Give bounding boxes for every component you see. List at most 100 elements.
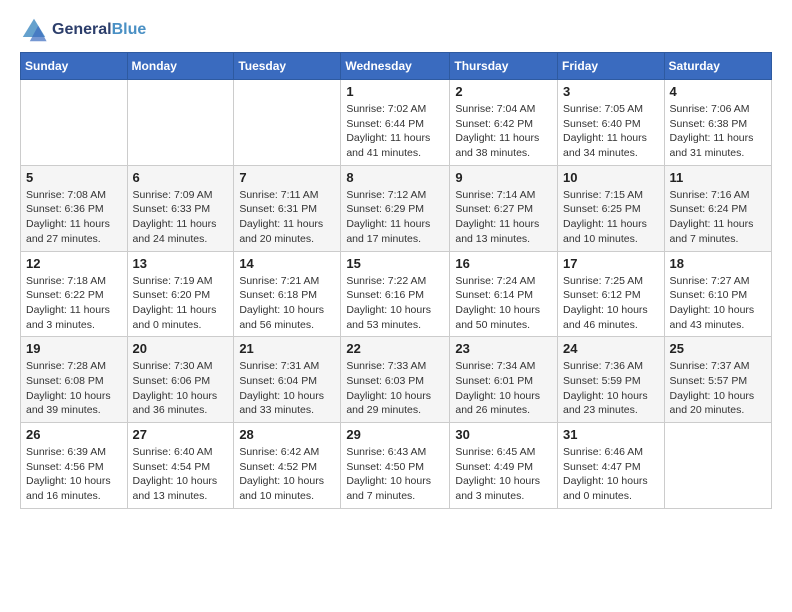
day-info: Sunrise: 7:34 AM Sunset: 6:01 PM Dayligh… xyxy=(455,359,552,418)
day-number: 1 xyxy=(346,84,444,99)
day-number: 15 xyxy=(346,256,444,271)
calendar-header: SundayMondayTuesdayWednesdayThursdayFrid… xyxy=(21,53,772,80)
day-number: 20 xyxy=(133,341,229,356)
calendar-cell: 28Sunrise: 6:42 AM Sunset: 4:52 PM Dayli… xyxy=(234,423,341,509)
day-number: 30 xyxy=(455,427,552,442)
calendar-cell: 4Sunrise: 7:06 AM Sunset: 6:38 PM Daylig… xyxy=(664,80,771,166)
day-info: Sunrise: 7:33 AM Sunset: 6:03 PM Dayligh… xyxy=(346,359,444,418)
day-info: Sunrise: 6:40 AM Sunset: 4:54 PM Dayligh… xyxy=(133,445,229,504)
day-info: Sunrise: 6:39 AM Sunset: 4:56 PM Dayligh… xyxy=(26,445,122,504)
day-info: Sunrise: 7:28 AM Sunset: 6:08 PM Dayligh… xyxy=(26,359,122,418)
day-info: Sunrise: 7:19 AM Sunset: 6:20 PM Dayligh… xyxy=(133,274,229,333)
day-info: Sunrise: 7:05 AM Sunset: 6:40 PM Dayligh… xyxy=(563,102,659,161)
day-info: Sunrise: 7:37 AM Sunset: 5:57 PM Dayligh… xyxy=(670,359,766,418)
day-info: Sunrise: 7:25 AM Sunset: 6:12 PM Dayligh… xyxy=(563,274,659,333)
calendar-cell: 26 Sunrise: 6:39 AM Sunset: 4:56 PM Dayli… xyxy=(21,423,128,509)
calendar-cell: 22Sunrise: 7:33 AM Sunset: 6:03 PM Dayli… xyxy=(341,337,450,423)
day-info: Sunrise: 7:30 AM Sunset: 6:06 PM Dayligh… xyxy=(133,359,229,418)
calendar-cell: 14 Sunrise: 7:21 AM Sunset: 6:18 PM Dayli… xyxy=(234,251,341,337)
calendar-cell: 24Sunrise: 7:36 AM Sunset: 5:59 PM Dayli… xyxy=(558,337,665,423)
day-info: Sunrise: 6:43 AM Sunset: 4:50 PM Dayligh… xyxy=(346,445,444,504)
day-info: Sunrise: 7:06 AM Sunset: 6:38 PM Dayligh… xyxy=(670,102,766,161)
page: GeneralBlue SundayMondayTuesdayWednesday… xyxy=(0,0,792,525)
calendar-cell xyxy=(234,80,341,166)
calendar-cell: 6 Sunrise: 7:09 AM Sunset: 6:33 PM Daylig… xyxy=(127,165,234,251)
day-info: Sunrise: 7:09 AM Sunset: 6:33 PM Dayligh… xyxy=(133,188,229,247)
day-number: 29 xyxy=(346,427,444,442)
day-number: 8 xyxy=(346,170,444,185)
day-number: 17 xyxy=(563,256,659,271)
calendar-cell: 31 Sunrise: 6:46 AM Sunset: 4:47 PM Dayli… xyxy=(558,423,665,509)
week-row-3: 19 Sunrise: 7:28 AM Sunset: 6:08 PM Dayli… xyxy=(21,337,772,423)
calendar-cell: 16 Sunrise: 7:24 AM Sunset: 6:14 PM Dayli… xyxy=(450,251,558,337)
calendar-cell: 13 Sunrise: 7:19 AM Sunset: 6:20 PM Dayli… xyxy=(127,251,234,337)
week-row-0: 1 Sunrise: 7:02 AM Sunset: 6:44 PM Daylig… xyxy=(21,80,772,166)
logo-text: GeneralBlue xyxy=(52,21,146,39)
day-number: 25 xyxy=(670,341,766,356)
day-number: 7 xyxy=(239,170,335,185)
day-number: 26 xyxy=(26,427,122,442)
day-number: 19 xyxy=(26,341,122,356)
calendar-cell: 23 Sunrise: 7:34 AM Sunset: 6:01 PM Dayli… xyxy=(450,337,558,423)
day-number: 3 xyxy=(563,84,659,99)
calendar-cell: 10Sunrise: 7:15 AM Sunset: 6:25 PM Dayli… xyxy=(558,165,665,251)
calendar-cell: 12 Sunrise: 7:18 AM Sunset: 6:22 PM Dayli… xyxy=(21,251,128,337)
day-info: Sunrise: 7:14 AM Sunset: 6:27 PM Dayligh… xyxy=(455,188,552,247)
day-number: 14 xyxy=(239,256,335,271)
day-number: 16 xyxy=(455,256,552,271)
calendar-cell: 30 Sunrise: 6:45 AM Sunset: 4:49 PM Dayli… xyxy=(450,423,558,509)
day-info: Sunrise: 6:45 AM Sunset: 4:49 PM Dayligh… xyxy=(455,445,552,504)
day-number: 23 xyxy=(455,341,552,356)
day-number: 13 xyxy=(133,256,229,271)
day-info: Sunrise: 7:16 AM Sunset: 6:24 PM Dayligh… xyxy=(670,188,766,247)
calendar-cell: 19 Sunrise: 7:28 AM Sunset: 6:08 PM Dayli… xyxy=(21,337,128,423)
header: GeneralBlue xyxy=(20,16,772,44)
calendar-cell: 20 Sunrise: 7:30 AM Sunset: 6:06 PM Dayli… xyxy=(127,337,234,423)
day-info: Sunrise: 7:31 AM Sunset: 6:04 PM Dayligh… xyxy=(239,359,335,418)
day-number: 11 xyxy=(670,170,766,185)
week-row-4: 26 Sunrise: 6:39 AM Sunset: 4:56 PM Dayli… xyxy=(21,423,772,509)
day-info: Sunrise: 7:22 AM Sunset: 6:16 PM Dayligh… xyxy=(346,274,444,333)
calendar-cell: 8 Sunrise: 7:12 AM Sunset: 6:29 PM Daylig… xyxy=(341,165,450,251)
day-info: Sunrise: 7:02 AM Sunset: 6:44 PM Dayligh… xyxy=(346,102,444,161)
day-info: Sunrise: 7:27 AM Sunset: 6:10 PM Dayligh… xyxy=(670,274,766,333)
day-header-monday: Monday xyxy=(127,53,234,80)
day-info: Sunrise: 7:08 AM Sunset: 6:36 PM Dayligh… xyxy=(26,188,122,247)
calendar-table: SundayMondayTuesdayWednesdayThursdayFrid… xyxy=(20,52,772,509)
day-info: Sunrise: 6:46 AM Sunset: 4:47 PM Dayligh… xyxy=(563,445,659,504)
day-header-wednesday: Wednesday xyxy=(341,53,450,80)
day-info: Sunrise: 7:24 AM Sunset: 6:14 PM Dayligh… xyxy=(455,274,552,333)
day-info: Sunrise: 7:04 AM Sunset: 6:42 PM Dayligh… xyxy=(455,102,552,161)
day-info: Sunrise: 7:21 AM Sunset: 6:18 PM Dayligh… xyxy=(239,274,335,333)
day-info: Sunrise: 7:12 AM Sunset: 6:29 PM Dayligh… xyxy=(346,188,444,247)
calendar-cell: 5Sunrise: 7:08 AM Sunset: 6:36 PM Daylig… xyxy=(21,165,128,251)
calendar-cell: 25 Sunrise: 7:37 AM Sunset: 5:57 PM Dayli… xyxy=(664,337,771,423)
day-info: Sunrise: 7:18 AM Sunset: 6:22 PM Dayligh… xyxy=(26,274,122,333)
calendar-cell: 2Sunrise: 7:04 AM Sunset: 6:42 PM Daylig… xyxy=(450,80,558,166)
calendar-cell: 17 Sunrise: 7:25 AM Sunset: 6:12 PM Dayli… xyxy=(558,251,665,337)
calendar-cell xyxy=(21,80,128,166)
calendar-cell xyxy=(664,423,771,509)
calendar-cell: 29 Sunrise: 6:43 AM Sunset: 4:50 PM Dayli… xyxy=(341,423,450,509)
day-header-saturday: Saturday xyxy=(664,53,771,80)
calendar-cell: 11 Sunrise: 7:16 AM Sunset: 6:24 PM Dayli… xyxy=(664,165,771,251)
day-number: 21 xyxy=(239,341,335,356)
day-number: 28 xyxy=(239,427,335,442)
calendar-cell xyxy=(127,80,234,166)
day-number: 18 xyxy=(670,256,766,271)
day-number: 9 xyxy=(455,170,552,185)
day-number: 27 xyxy=(133,427,229,442)
calendar-cell: 1 Sunrise: 7:02 AM Sunset: 6:44 PM Daylig… xyxy=(341,80,450,166)
calendar-cell: 18 Sunrise: 7:27 AM Sunset: 6:10 PM Dayli… xyxy=(664,251,771,337)
day-number: 6 xyxy=(133,170,229,185)
day-header-friday: Friday xyxy=(558,53,665,80)
calendar-cell: 27 Sunrise: 6:40 AM Sunset: 4:54 PM Dayli… xyxy=(127,423,234,509)
day-number: 31 xyxy=(563,427,659,442)
day-header-sunday: Sunday xyxy=(21,53,128,80)
calendar-cell: 7Sunrise: 7:11 AM Sunset: 6:31 PM Daylig… xyxy=(234,165,341,251)
day-header-tuesday: Tuesday xyxy=(234,53,341,80)
day-header-thursday: Thursday xyxy=(450,53,558,80)
day-header-row: SundayMondayTuesdayWednesdayThursdayFrid… xyxy=(21,53,772,80)
week-row-2: 12 Sunrise: 7:18 AM Sunset: 6:22 PM Dayli… xyxy=(21,251,772,337)
day-number: 12 xyxy=(26,256,122,271)
